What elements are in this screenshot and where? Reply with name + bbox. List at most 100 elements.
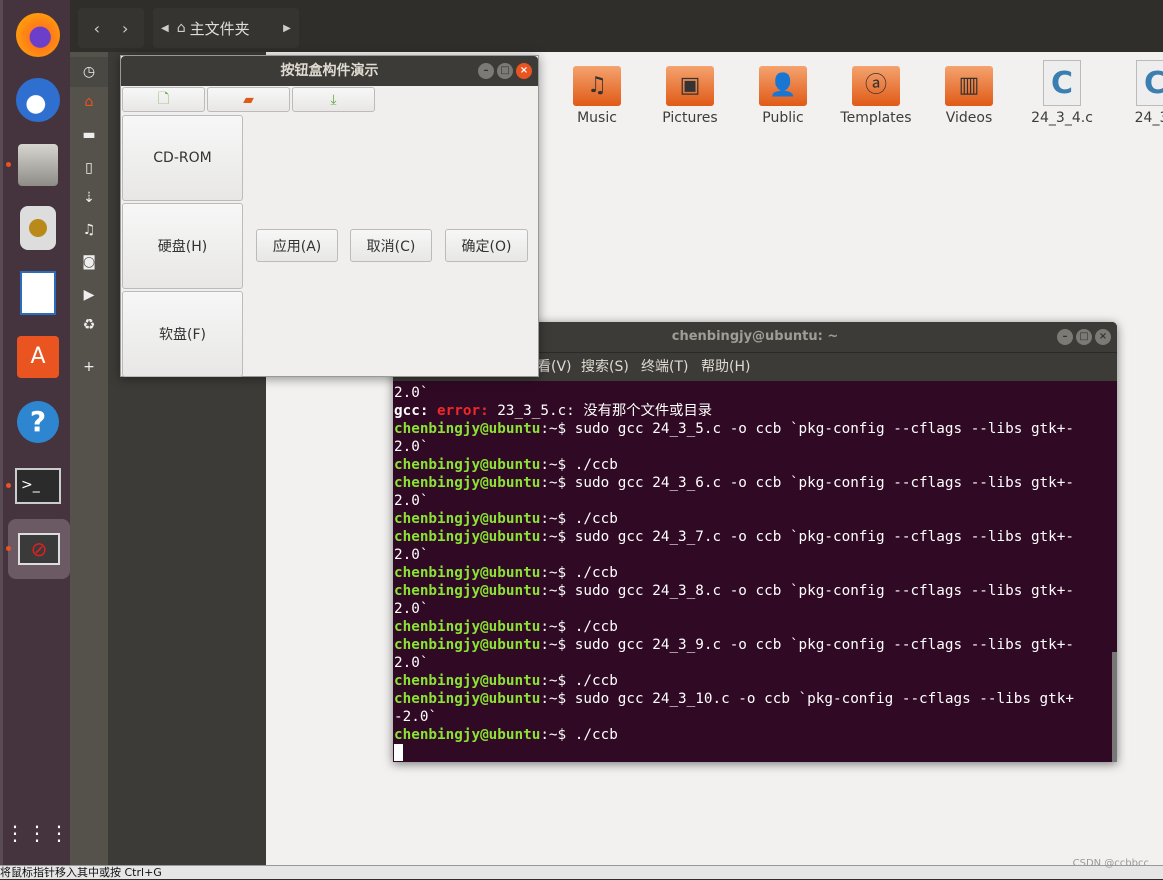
download-icon[interactable]: ⇣ bbox=[70, 183, 108, 213]
nav-buttons: ‹ › bbox=[78, 8, 144, 48]
sidebar-icons: ◷ ⌂ ▬ ▯ ⇣ ♫ ◙ ▶ ♻ + bbox=[70, 52, 108, 865]
plus-icon[interactable]: + bbox=[70, 352, 108, 382]
home-icon[interactable]: ⌂ bbox=[70, 87, 108, 117]
file-label: 24_3_4.c bbox=[1031, 110, 1093, 126]
video-icon[interactable]: ▶ bbox=[70, 280, 108, 310]
show-apps-icon[interactable]: ⋮⋮⋮ bbox=[5, 808, 69, 858]
rhythmbox-icon[interactable] bbox=[13, 203, 63, 253]
menu-help[interactable]: 帮助(H) bbox=[701, 353, 750, 382]
terminal-line: 2.0` bbox=[394, 546, 1117, 564]
writer-icon[interactable] bbox=[13, 268, 63, 318]
terminal-line: chenbingjy@ubuntu:~$ ./ccb bbox=[394, 726, 1117, 744]
templates-folder-icon: ⓐ bbox=[852, 66, 900, 106]
terminal-line: chenbingjy@ubuntu:~$ sudo gcc 24_3_10.c … bbox=[394, 690, 1117, 708]
apply-button[interactable]: 应用(A) bbox=[256, 229, 338, 262]
file-label: Videos bbox=[945, 110, 993, 126]
cancel-button[interactable]: 取消(C) bbox=[350, 229, 432, 262]
maximize-button[interactable]: □ bbox=[1076, 329, 1092, 345]
terminal-line: -2.0` bbox=[394, 708, 1117, 726]
terminal-line: chenbingjy@ubuntu:~$ ./ccb bbox=[394, 510, 1117, 528]
file-label: Music bbox=[577, 110, 617, 126]
help-icon[interactable]: ? bbox=[13, 397, 63, 447]
prompt-user: chenbingjy@ubuntu bbox=[394, 637, 541, 653]
prompt-user: chenbingjy@ubuntu bbox=[394, 511, 541, 527]
public-folder-icon: 👤 bbox=[759, 66, 807, 106]
minimize-button[interactable]: – bbox=[478, 63, 494, 79]
thunderbird-icon[interactable] bbox=[13, 75, 63, 125]
file-item[interactable]: C 24_3_ bbox=[1115, 60, 1163, 126]
forward-icon[interactable]: › bbox=[122, 19, 128, 38]
file-item[interactable]: 👤 Public bbox=[743, 60, 823, 126]
file-item[interactable]: ♫ Music bbox=[557, 60, 637, 126]
ok-button[interactable]: 确定(O) bbox=[445, 229, 528, 262]
path-right-icon[interactable]: ▶ bbox=[277, 8, 297, 48]
button-box-dialog: 按钮盒构件演示 – □ × 🗋 ▰ ⤓ CD-ROM 硬盘(H) 软盘(F) 应… bbox=[120, 55, 539, 377]
line-text: 2.0` bbox=[394, 547, 429, 563]
terminal-line: 2.0` bbox=[394, 384, 1117, 402]
line-text bbox=[428, 403, 437, 419]
menu-terminal[interactable]: 终端(T) bbox=[641, 353, 688, 382]
cdrom-button[interactable]: CD-ROM bbox=[122, 115, 243, 201]
file-item[interactable]: ⓐ Templates bbox=[836, 60, 916, 126]
line-text: :~$ ./ccb bbox=[540, 511, 618, 527]
file-item[interactable]: ▥ Videos bbox=[929, 60, 1009, 126]
home-icon: ⌂ bbox=[176, 20, 186, 36]
terminal-line: chenbingjy@ubuntu:~$ ./ccb bbox=[394, 618, 1117, 636]
line-text: 2.0` bbox=[394, 493, 429, 509]
floppy-button[interactable]: 软盘(F) bbox=[122, 291, 243, 377]
terminal-line: chenbingjy@ubuntu:~$ ./ccb bbox=[394, 672, 1117, 690]
line-text: 2.0` bbox=[394, 601, 429, 617]
close-button[interactable]: × bbox=[516, 63, 532, 79]
menu-search[interactable]: 搜索(S) bbox=[581, 353, 629, 382]
file-item[interactable]: ▣ Pictures bbox=[650, 60, 730, 126]
save-button[interactable]: ⤓ bbox=[292, 87, 375, 112]
videos-folder-icon: ▥ bbox=[945, 66, 993, 106]
file-label: Pictures bbox=[662, 110, 718, 126]
terminal-icon[interactable]: >_ bbox=[13, 461, 63, 511]
camera-icon[interactable]: ◙ bbox=[70, 247, 108, 277]
trash-icon[interactable]: ♻ bbox=[70, 310, 108, 340]
cursor bbox=[394, 744, 403, 761]
line-text: :~$ sudo gcc 24_3_7.c -o ccb `pkg-config… bbox=[540, 529, 1074, 545]
running-indicator bbox=[6, 483, 11, 488]
back-icon[interactable]: ‹ bbox=[94, 19, 100, 38]
prompt-user: chenbingjy@ubuntu bbox=[394, 565, 541, 581]
new-file-icon: 🗋 bbox=[157, 90, 170, 107]
terminal-line: 2.0` bbox=[394, 438, 1117, 456]
document-icon[interactable]: ▯ bbox=[70, 153, 108, 183]
save-download-icon: ⤓ bbox=[330, 91, 337, 108]
dialog-titlebar: 按钮盒构件演示 – □ × bbox=[121, 56, 538, 86]
close-button[interactable]: × bbox=[1095, 329, 1111, 345]
path-left-icon[interactable]: ◀ bbox=[161, 23, 169, 34]
line-text: :~$ ./ccb bbox=[540, 619, 618, 635]
terminal-output[interactable]: 2.0` gcc: error: 23_3_5.c: 没有那个文件或目录 chenb… bbox=[393, 381, 1117, 762]
music-icon[interactable]: ♫ bbox=[70, 215, 108, 245]
line-text: 2.0` bbox=[394, 385, 429, 401]
terminal-scrollbar[interactable] bbox=[1112, 652, 1117, 762]
running-indicator bbox=[6, 546, 11, 551]
terminal-line: 2.0` bbox=[394, 654, 1117, 672]
open-folder-icon: ▰ bbox=[243, 91, 254, 108]
line-text: 23_3_5.c: 没有那个文件或目录 bbox=[488, 403, 713, 419]
firefox-icon[interactable] bbox=[13, 10, 63, 60]
software-center-icon[interactable]: A bbox=[13, 332, 63, 382]
clock-icon[interactable]: ◷ bbox=[70, 57, 108, 87]
files-icon[interactable] bbox=[13, 140, 63, 190]
prompt-user: chenbingjy@ubuntu bbox=[394, 727, 541, 743]
watermark: CSDN @ccbbcc bbox=[1072, 858, 1149, 869]
file-label: Templates bbox=[840, 110, 912, 126]
terminal-title: chenbingjy@ubuntu: ~ bbox=[671, 329, 839, 344]
prompt-user: chenbingjy@ubuntu bbox=[394, 529, 541, 545]
file-item[interactable]: C 24_3_4.c bbox=[1022, 60, 1102, 126]
status-bar: 将鼠标指针移入其中或按 Ctrl+G bbox=[0, 865, 1163, 879]
new-file-button[interactable]: 🗋 bbox=[122, 87, 205, 112]
path-location[interactable]: 主文件夹 bbox=[190, 18, 250, 39]
terminal-line: chenbingjy@ubuntu:~$ sudo gcc 24_3_7.c -… bbox=[394, 528, 1117, 546]
harddisk-button[interactable]: 硬盘(H) bbox=[122, 203, 243, 289]
maximize-button[interactable]: □ bbox=[497, 63, 513, 79]
folder-icon[interactable]: ▬ bbox=[70, 120, 108, 150]
app-running-icon[interactable]: ⊘ bbox=[8, 519, 70, 579]
prompt-user: chenbingjy@ubuntu bbox=[394, 673, 541, 689]
open-folder-button[interactable]: ▰ bbox=[207, 87, 290, 112]
minimize-button[interactable]: – bbox=[1057, 329, 1073, 345]
